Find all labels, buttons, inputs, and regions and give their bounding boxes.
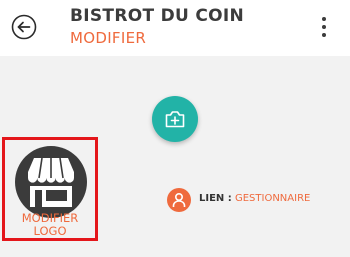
more-vertical-icon — [322, 17, 326, 37]
add-photo-button[interactable] — [152, 96, 198, 142]
storefront-icon — [15, 146, 87, 218]
back-button[interactable] — [11, 14, 37, 40]
arrow-left-circle-icon — [11, 14, 37, 40]
edit-logo-button[interactable]: MODIFIER LOGO — [2, 137, 98, 241]
role-link-label: LIEN : — [199, 193, 232, 204]
page-subtitle: MODIFIER — [70, 29, 147, 47]
role-link-value[interactable]: GESTIONNAIRE — [235, 193, 310, 204]
page-title: BISTROT DU COIN — [70, 6, 244, 26]
more-menu-button[interactable] — [316, 14, 332, 40]
camera-plus-icon — [165, 111, 185, 128]
edit-logo-label-2: LOGO — [33, 224, 67, 238]
role-link-text: LIEN : GESTIONNAIRE — [199, 193, 310, 204]
user-icon — [172, 192, 186, 207]
user-icon-badge — [167, 188, 191, 212]
app-header: BISTROT DU COIN MODIFIER — [0, 0, 350, 56]
